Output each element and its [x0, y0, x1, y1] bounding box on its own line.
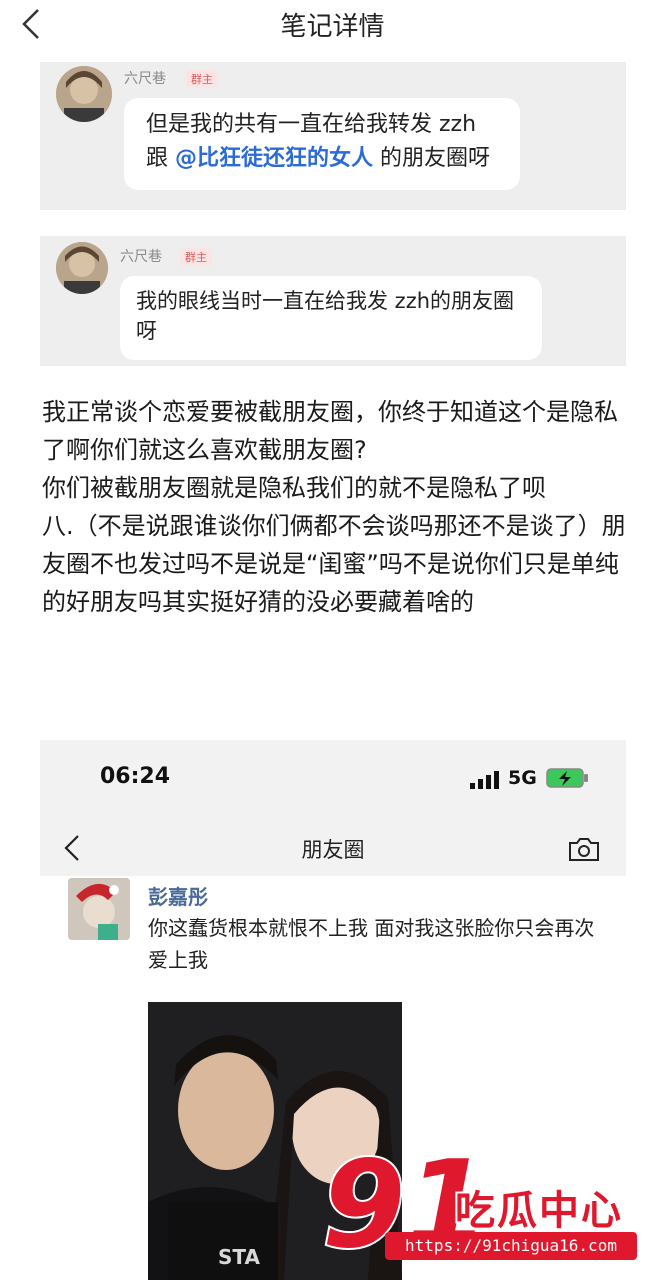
- avatar: [56, 66, 112, 122]
- watermark-url[interactable]: https://91chigua16.com: [385, 1232, 637, 1260]
- status-time: 06:24: [100, 764, 171, 789]
- battery-charging-icon: [546, 768, 588, 788]
- comment-username[interactable]: 六尺巷: [124, 68, 166, 88]
- page-title: 笔记详情: [280, 12, 385, 42]
- moments-title: 朋友圈: [301, 838, 365, 862]
- avatar: [56, 242, 108, 294]
- signal-icon: [470, 771, 499, 789]
- camera-icon[interactable]: [568, 836, 600, 862]
- comment-text-end: 的朋友圈呀: [373, 146, 491, 171]
- top-bar: 笔记详情: [0, 0, 665, 48]
- body-paragraph: 我正常谈个恋爱要被截朋友圈，你终于知道这个是隐私了啊你们就这么喜欢截朋友圈?: [42, 398, 618, 464]
- network-type: 5G: [508, 767, 537, 789]
- comment-username[interactable]: 六尺巷: [120, 246, 162, 266]
- moments-nav: 朋友圈: [40, 820, 626, 876]
- status-bar: 06:24 5G: [40, 740, 626, 820]
- comment-bubble: 我的眼线当时一直在给我发 zzh的朋友圈呀: [120, 276, 542, 360]
- comment-bubble: 但是我的共有一直在给我转发 zzh 跟 @比狂徒还狂的女人 的朋友圈呀: [124, 98, 520, 190]
- body-paragraph: 你们被截朋友圈就是隐私我们的就不是隐私了呗: [42, 474, 546, 502]
- poster-avatar[interactable]: [68, 878, 130, 940]
- note-body: 我正常谈个恋爱要被截朋友圈，你终于知道这个是隐私了啊你们就这么喜欢截朋友圈? 你…: [42, 393, 632, 621]
- body-paragraph: 八.（不是说跟谁谈你们俩都不会谈吗那还不是谈了）朋友圈不也发过吗不是说是“闺蜜”…: [42, 512, 626, 616]
- post-text: 你这蠢货根本就恨不上我 面对我这张脸你只会再次爱上我: [148, 916, 595, 972]
- watermark-name: 吃瓜中心: [455, 1188, 623, 1234]
- mention-link[interactable]: @比狂徒还狂的女人: [175, 146, 373, 171]
- owner-badge: 群主: [180, 248, 212, 266]
- comment-screenshot-1: 六尺巷 群主 但是我的共有一直在给我转发 zzh 跟 @比狂徒还狂的女人 的朋友…: [40, 62, 626, 210]
- poster-name[interactable]: 彭嘉彤: [148, 881, 208, 910]
- owner-badge: 群主: [186, 70, 218, 88]
- comment-screenshot-2: 六尺巷 群主 我的眼线当时一直在给我发 zzh的朋友圈呀: [40, 236, 626, 366]
- svg-text:STA: STA: [218, 1245, 260, 1269]
